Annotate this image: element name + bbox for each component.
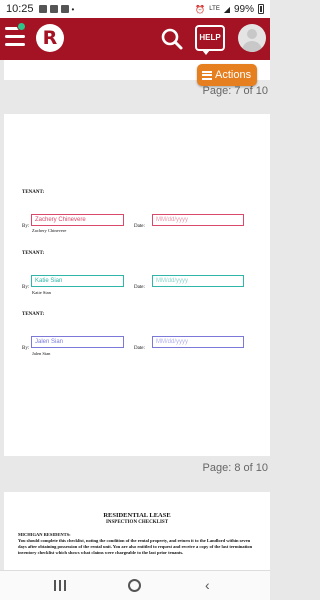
back-icon[interactable]: ‹	[205, 578, 215, 592]
app-logo[interactable]: R	[36, 24, 64, 52]
by-label: By:	[22, 224, 30, 229]
home-icon[interactable]	[128, 579, 141, 592]
printed-name: Jalen Sian	[32, 351, 51, 356]
recent-apps-icon[interactable]	[54, 580, 66, 591]
document-title: RESIDENTIAL LEASE	[103, 512, 171, 519]
actions-label: Actions	[215, 69, 252, 81]
section-body: You should complete this checklist, noti…	[18, 538, 253, 555]
document-subtitle: INSPECTION CHECKLIST	[105, 520, 169, 525]
signature-field[interactable]: Zachery Chinevere	[31, 214, 124, 226]
tenant-heading: TENANT:	[22, 312, 45, 317]
notification-icons: •	[38, 4, 75, 14]
signal-icon: ◢	[223, 4, 230, 14]
page-8: TENANT: By: Zachery Chinevere Zachery Ch…	[4, 114, 270, 456]
avatar[interactable]	[238, 24, 266, 52]
printed-name: Katie Sian	[32, 290, 51, 295]
notification-dot	[17, 22, 26, 31]
date-label: Date:	[134, 224, 145, 229]
signature-field[interactable]: Katie Sian	[31, 275, 124, 287]
page-9: RESIDENTIAL LEASE INSPECTION CHECKLIST M…	[4, 492, 270, 570]
actions-button[interactable]: Actions	[197, 64, 257, 86]
tenant-heading: TENANT:	[22, 251, 45, 256]
by-label: By:	[22, 346, 30, 351]
date-field[interactable]: MM/dd/yyyy	[152, 214, 244, 226]
by-label: By:	[22, 285, 30, 290]
mail-icon	[60, 5, 69, 13]
help-button[interactable]: HELP	[195, 25, 225, 55]
signature-field[interactable]: Jalen Sian	[31, 336, 124, 348]
document-viewer[interactable]: Page: 7 of 10 TENANT: By: Zachery Chinev…	[0, 60, 270, 570]
status-bar: 10:25 • ⏰ LTE ◢ 99%	[0, 0, 270, 18]
menu-lines-icon	[202, 70, 212, 80]
battery-icon	[258, 4, 264, 14]
battery-percent: 99%	[233, 3, 254, 15]
date-label: Date:	[134, 346, 145, 351]
date-label: Date:	[134, 285, 145, 290]
status-time: 10:25	[6, 3, 34, 15]
date-field[interactable]: MM/dd/yyyy	[152, 336, 244, 348]
notification-icon	[38, 5, 47, 13]
dot-icon: •	[71, 4, 75, 14]
system-nav-bar: ‹	[0, 570, 270, 600]
date-field[interactable]: MM/dd/yyyy	[152, 275, 244, 287]
tenant-heading: TENANT:	[22, 190, 45, 195]
page-indicator-7: Page: 7 of 10	[202, 85, 268, 97]
page-indicator-8: Page: 8 of 10	[202, 462, 268, 474]
message-icon	[49, 5, 58, 13]
printed-name: Zachery Chinevere	[32, 228, 67, 233]
app-bar: R HELP	[0, 18, 270, 60]
alarm-icon: ⏰	[195, 4, 206, 14]
search-icon[interactable]	[160, 27, 184, 51]
signal-label: LTE	[209, 6, 220, 12]
